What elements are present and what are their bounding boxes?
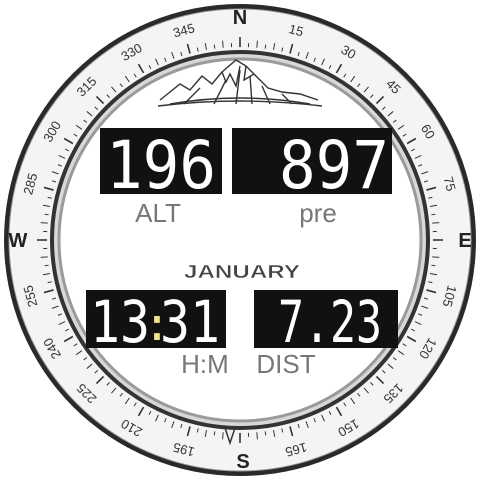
bezel-tick	[213, 431, 216, 436]
month-label: JANUARY	[184, 262, 300, 282]
watch-face: 15 30 45 60 75 105 120 135 150 165 195 210 225 240 255…	[0, 0, 480, 480]
pressure-value: 897	[279, 127, 389, 204]
bezel-north-label: N	[233, 7, 247, 29]
bezel-tick	[256, 40, 258, 48]
distance-value: 7.23	[278, 288, 382, 356]
pressure-label: pre	[299, 198, 337, 228]
time-label: H:M	[181, 349, 229, 379]
bezel-tick	[44, 264, 49, 267]
bezel-tick	[264, 431, 267, 436]
distance-label: DIST	[256, 349, 315, 379]
bezel-tick	[432, 222, 440, 224]
bezel-tick	[256, 432, 258, 440]
bezel-tick	[213, 44, 216, 49]
bezel-tick	[222, 40, 224, 48]
bezel-tick	[431, 264, 436, 267]
time-hours: 13	[90, 288, 150, 356]
bezel-east-label: E	[458, 230, 471, 252]
altitude-value: 196	[106, 127, 216, 204]
altitude-label: ALT	[135, 198, 181, 228]
watch-face-svg: 1530456075105120135150165195210225240255…	[4, 4, 476, 476]
dial	[57, 57, 423, 423]
bezel-tick	[432, 256, 440, 258]
bezel-tick	[264, 44, 267, 49]
bezel-south-label: S	[236, 451, 249, 473]
time-minutes: 31	[160, 288, 220, 356]
bezel-tick	[40, 222, 48, 224]
bezel-tick	[431, 213, 436, 216]
bezel-tick	[44, 213, 49, 216]
bezel-tick	[40, 256, 48, 258]
bezel-tick	[222, 432, 224, 440]
bezel-west-label: W	[9, 230, 28, 252]
